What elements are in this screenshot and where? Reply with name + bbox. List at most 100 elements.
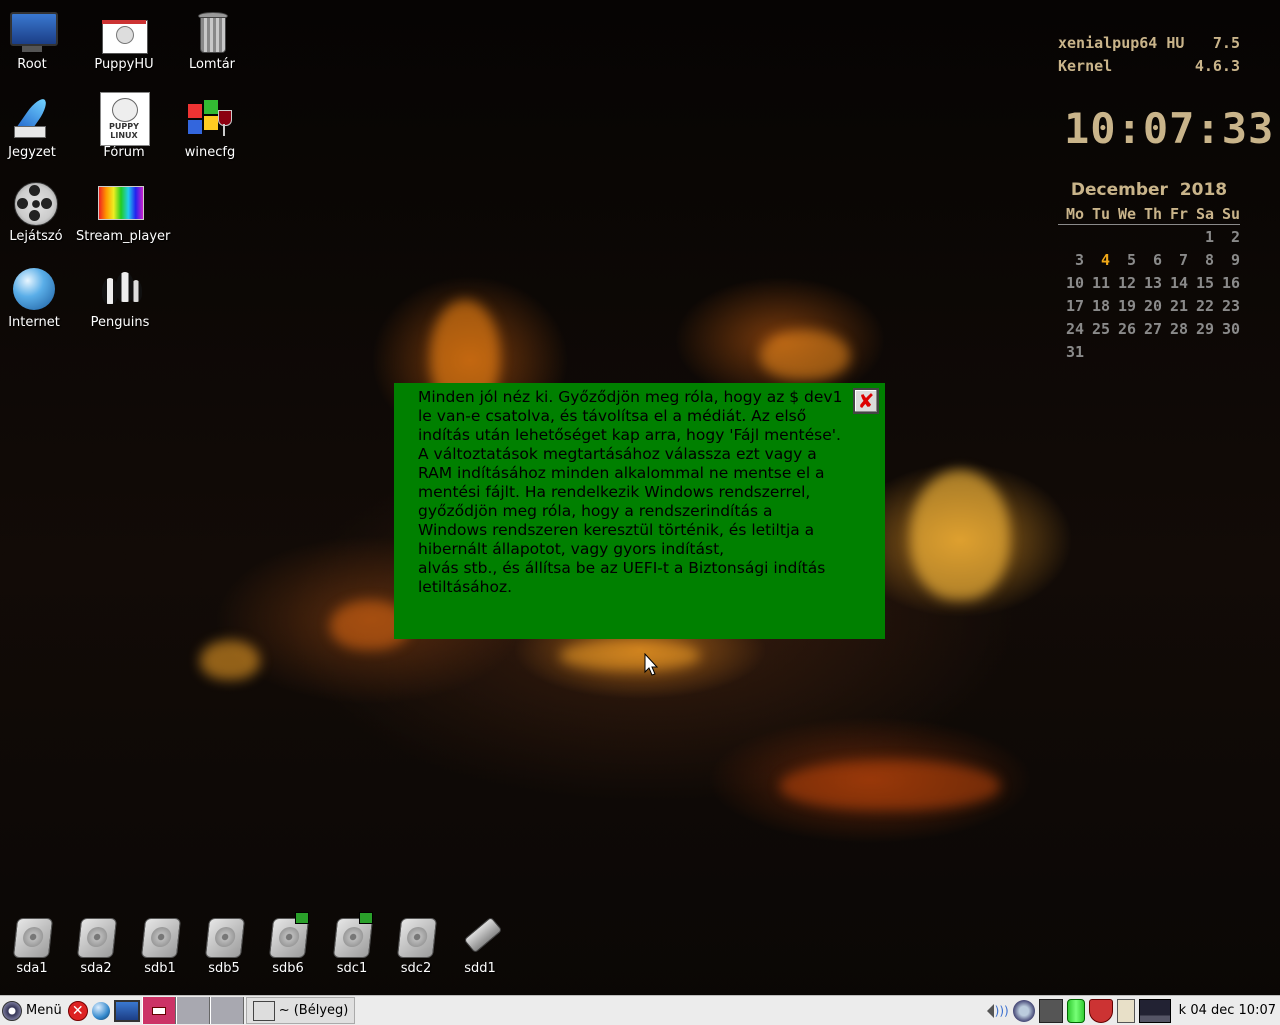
hard-drive-icon: [329, 912, 375, 958]
show-desktop-icon[interactable]: [113, 999, 140, 1022]
calendar-day: 7: [1178, 250, 1188, 269]
calendar-day: 12: [1117, 273, 1136, 292]
workspace-1[interactable]: [141, 997, 176, 1024]
calendar-weekday: Tu: [1084, 204, 1110, 225]
hard-drive-icon: [393, 912, 439, 958]
monitor-icon: [8, 8, 58, 56]
desktop-icon-jegyzet[interactable]: Jegyzet: [0, 95, 76, 160]
taskbar: Menü ✕ ~ (Bélyeg) ))) k 04 dec 10:07: [0, 995, 1280, 1025]
desktop-icon-label: PuppyHU: [94, 57, 154, 72]
desktop-icon-label: Jegyzet: [8, 145, 56, 160]
close-windows-icon[interactable]: ✕: [67, 1000, 88, 1021]
calendar-day: 6: [1152, 250, 1162, 269]
drive-label: sda1: [16, 961, 48, 976]
volume-icon[interactable]: ))): [986, 1000, 1009, 1022]
drive-icon-sda2[interactable]: sda2: [64, 912, 128, 976]
conky-clock: 10:07:33: [1064, 104, 1275, 153]
network-monitor-icon[interactable]: [1038, 998, 1063, 1023]
calendar-week: 24 25 26 27 28 29 30: [1058, 317, 1240, 340]
storage-icon[interactable]: [1066, 998, 1085, 1023]
calendar-day: [1162, 225, 1188, 249]
drive-icon-sdd1[interactable]: sdd1: [448, 912, 512, 976]
calendar-day: 14: [1169, 273, 1188, 292]
calendar-day: 17: [1065, 296, 1084, 315]
hard-drive-icon: [265, 912, 311, 958]
message-text: Minden jól néz ki. Győződjön meg róla, h…: [418, 388, 843, 596]
drive-icon-sdb1[interactable]: sdb1: [128, 912, 192, 976]
film-reel-icon: [12, 180, 60, 228]
desktop-icon-lejatszo[interactable]: Lejátszó: [0, 180, 80, 244]
calendar-day: [1136, 340, 1162, 363]
hard-drive-icon: [9, 912, 55, 958]
calendar-weekday: Su: [1214, 204, 1240, 225]
kernel-label: Kernel: [1058, 57, 1113, 75]
taskbar-window-button[interactable]: ~ (Bélyeg): [245, 997, 356, 1024]
taskbar-clock[interactable]: k 04 dec 10:07: [1179, 1003, 1276, 1018]
drive-label: sdc1: [336, 961, 368, 976]
clipboard-icon[interactable]: [1116, 998, 1135, 1023]
desktop-icon-label: Penguins: [90, 315, 150, 330]
calendar-day: 9: [1230, 250, 1240, 269]
calendar-day: 1: [1204, 227, 1214, 246]
workspace-3[interactable]: [209, 997, 244, 1024]
calendar-day: 15: [1195, 273, 1214, 292]
calendar-weekday: We: [1110, 204, 1136, 225]
network-icon[interactable]: [1012, 999, 1035, 1022]
drive-icon-sdb6[interactable]: sdb6: [256, 912, 320, 976]
browser-icon[interactable]: [91, 1001, 110, 1020]
close-button[interactable]: ✘: [853, 388, 879, 414]
window-title: ~ (Bélyeg): [278, 1003, 349, 1018]
drive-label: sdb5: [208, 961, 240, 976]
desktop-icon-forum[interactable]: PUPPY LINUX Fórum: [80, 92, 168, 160]
drive-icon-sdc2[interactable]: sdc2: [384, 912, 448, 976]
desktop-icon-stream-player[interactable]: Stream_player: [76, 180, 170, 244]
calendar-day: [1084, 340, 1110, 363]
cpu-graph-icon[interactable]: [1138, 998, 1171, 1023]
drive-label: sdb6: [272, 961, 304, 976]
desktop-icon-root[interactable]: Root: [0, 8, 76, 72]
calendar-day: 22: [1195, 296, 1214, 315]
desktop-icon-lomtar[interactable]: Lomtár: [168, 8, 256, 72]
desktop-icon-label: Lomtár: [188, 57, 236, 72]
calendar-weekday: Sa: [1188, 204, 1214, 225]
menu-label: Menü: [26, 1003, 62, 1018]
drive-icon-sdc1[interactable]: sdc1: [320, 912, 384, 976]
calendar-day: 8: [1204, 250, 1214, 269]
calendar-day: [1110, 340, 1136, 363]
desktop-icon-puppyhu[interactable]: PuppyHU: [80, 8, 168, 72]
desktop-icon-winecfg[interactable]: winecfg: [166, 96, 254, 160]
kernel-version: 4.6.3: [1194, 57, 1240, 75]
calendar-month-year: December 2018: [1070, 180, 1228, 200]
info-message-box: Minden jól néz ki. Győződjön meg róla, h…: [394, 383, 885, 639]
calendar-weekday: Mo: [1058, 204, 1084, 225]
calendar-week: 3456789: [1058, 248, 1240, 271]
conky-system-info: xenialpup64 HU 7.5 Kernel 4.6.3: [1058, 32, 1240, 78]
desktop-icon-internet[interactable]: Internet: [0, 266, 78, 330]
calendar-day: 11: [1091, 273, 1110, 292]
desktop-icon-label: Lejátszó: [9, 229, 63, 244]
calendar-day: 10: [1065, 273, 1084, 292]
puppy-linux-icon: PUPPY LINUX: [100, 92, 150, 146]
menu-button[interactable]: Menü: [0, 997, 66, 1024]
puppy-menu-icon: [2, 1000, 22, 1021]
calendar-day: [1136, 225, 1162, 249]
drive-icon-sdb5[interactable]: sdb5: [192, 912, 256, 976]
globe-icon: [10, 266, 58, 314]
puppyhu-icon: [100, 8, 148, 56]
firewall-shield-icon[interactable]: [1088, 998, 1113, 1023]
drive-icon-sda1[interactable]: sda1: [0, 912, 64, 976]
calendar-weekday: Fr: [1162, 204, 1188, 225]
conky-calendar: December 2018 Mo Tu We Th Fr Sa Su 1 2 3 4 5 6 7 8 9 10…: [1058, 180, 1240, 363]
desktop-icon-label: Fórum: [103, 145, 145, 160]
calendar-day: 27: [1143, 319, 1162, 338]
calendar-day: 4: [1100, 250, 1110, 269]
penguins-icon: [96, 266, 144, 314]
desktop-icon-penguins[interactable]: Penguins: [76, 266, 164, 330]
drive-label: sdb1: [144, 961, 176, 976]
calendar-day: 24: [1065, 319, 1084, 338]
system-version: 7.5: [1212, 34, 1240, 52]
calendar-week: 12: [1058, 225, 1240, 249]
workspace-2[interactable]: [175, 997, 210, 1024]
calendar-day: 16: [1221, 273, 1240, 292]
calendar-day: 30: [1221, 319, 1240, 338]
